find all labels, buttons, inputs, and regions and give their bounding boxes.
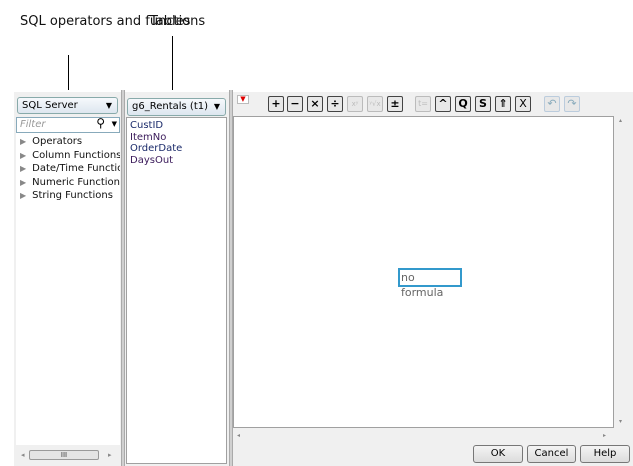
callout-line bbox=[172, 36, 173, 90]
help-button[interactable]: Help bbox=[580, 445, 630, 463]
scroll-thumb[interactable]: III bbox=[29, 450, 99, 460]
function-tree: Filter ⚲ ▼ ▶ Operators ▶ Column Functions ▶ D… bbox=[16, 116, 120, 445]
tree-label: Column Functions bbox=[32, 149, 120, 161]
tree-item-operators[interactable]: ▶ Operators bbox=[16, 135, 120, 149]
expand-icon: ▶ bbox=[20, 150, 27, 160]
table-select[interactable]: g6_Rentals (t1) ▼ bbox=[127, 98, 226, 116]
divide-button[interactable]: ÷ bbox=[327, 96, 343, 112]
scroll-left-icon[interactable]: ◂ bbox=[21, 451, 25, 459]
column-item[interactable]: OrderDate bbox=[127, 143, 226, 155]
filter-input[interactable]: Filter ⚲ ▼ bbox=[16, 116, 120, 133]
text-button[interactable]: t= bbox=[415, 96, 431, 112]
formula-editor[interactable]: no formula bbox=[233, 116, 614, 428]
formula-placeholder[interactable]: no formula bbox=[398, 268, 462, 299]
column-item[interactable]: CustID bbox=[127, 120, 226, 132]
tree-item-datetime-functions[interactable]: ▶ Date/Time Functions bbox=[16, 162, 120, 176]
tree-label: Operators bbox=[32, 136, 83, 147]
ok-button[interactable]: OK bbox=[473, 445, 523, 463]
tree-item-column-functions[interactable]: ▶ Column Functions bbox=[16, 149, 120, 163]
redo-button[interactable]: ↷ bbox=[564, 96, 580, 112]
chevron-down-icon: ▼ bbox=[105, 101, 112, 110]
caret-button[interactable]: ^ bbox=[435, 96, 451, 112]
thumb-grip: III bbox=[60, 451, 68, 459]
search-icon[interactable]: ⚲ bbox=[96, 116, 105, 130]
chevron-down-icon[interactable]: ▼ bbox=[112, 120, 117, 128]
tree-label: Numeric Functions bbox=[32, 176, 120, 188]
negate-button[interactable]: ± bbox=[387, 96, 403, 112]
callout-tables: Tables bbox=[150, 14, 191, 29]
tree-label: String Functions bbox=[32, 190, 113, 201]
horizontal-scrollbar[interactable]: ◂ III ▸ bbox=[16, 449, 120, 462]
dialect-select[interactable]: SQL Server ▼ bbox=[17, 97, 118, 114]
tree-item-numeric-functions[interactable]: ▶ Numeric Functions bbox=[16, 176, 120, 190]
up-button[interactable]: ⇑ bbox=[495, 96, 511, 112]
scroll-right-icon[interactable]: ▸ bbox=[603, 432, 606, 439]
column-item[interactable]: DaysOut bbox=[127, 155, 226, 167]
undo-button[interactable]: ↶ bbox=[544, 96, 560, 112]
menu-dropdown-icon[interactable]: ▼ bbox=[237, 95, 249, 104]
filter-placeholder: Filter bbox=[20, 119, 46, 130]
q-button[interactable]: Q bbox=[455, 96, 471, 112]
root-button[interactable]: ʸ√x bbox=[367, 96, 383, 112]
power-button[interactable]: xʸ bbox=[347, 96, 363, 112]
expand-icon: ▶ bbox=[20, 137, 27, 146]
cancel-button[interactable]: Cancel bbox=[527, 445, 576, 463]
s-button[interactable]: S bbox=[475, 96, 491, 112]
expand-icon: ▶ bbox=[20, 191, 27, 200]
tree-item-string-functions[interactable]: ▶ String Functions bbox=[16, 189, 120, 203]
column-item[interactable]: ItemNo bbox=[127, 132, 226, 144]
scroll-up-icon[interactable]: ▴ bbox=[619, 117, 622, 124]
dialect-value: SQL Server bbox=[22, 100, 78, 111]
clear-button[interactable]: X bbox=[515, 96, 531, 112]
plus-button[interactable]: + bbox=[268, 96, 284, 112]
scroll-down-icon[interactable]: ▾ bbox=[619, 418, 622, 425]
scroll-left-icon[interactable]: ◂ bbox=[237, 432, 240, 439]
minus-button[interactable]: − bbox=[287, 96, 303, 112]
table-value: g6_Rentals (t1) bbox=[132, 101, 209, 112]
column-list: CustID ItemNo OrderDate DaysOut bbox=[126, 117, 227, 464]
callout-line bbox=[68, 55, 69, 90]
expand-icon: ▶ bbox=[20, 177, 27, 187]
chevron-down-icon: ▼ bbox=[213, 102, 220, 111]
scroll-right-icon[interactable]: ▸ bbox=[108, 451, 112, 459]
tree-label: Date/Time Functions bbox=[32, 163, 120, 174]
multiply-button[interactable]: × bbox=[307, 96, 323, 112]
expand-icon: ▶ bbox=[20, 164, 27, 173]
